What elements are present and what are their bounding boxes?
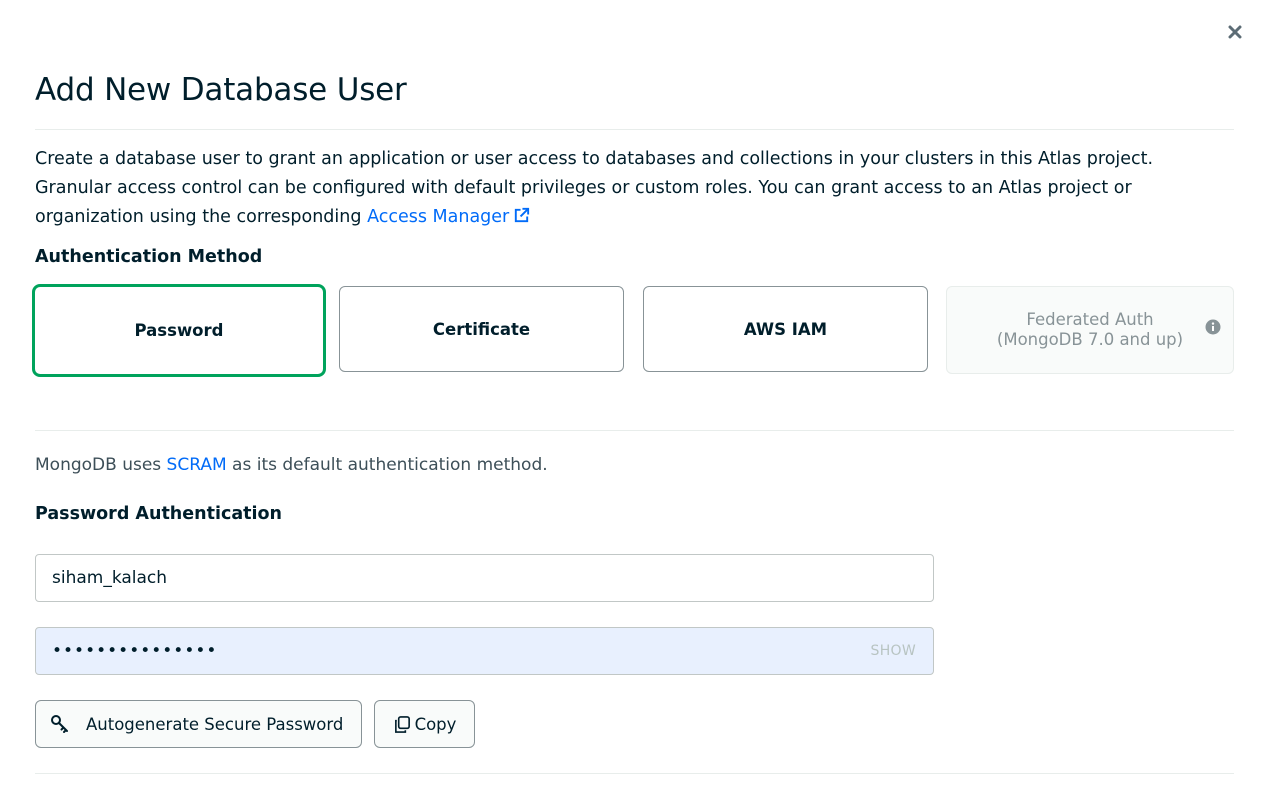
auth-option-sublabel: (MongoDB 7.0 and up) — [996, 330, 1184, 349]
auth-option-label: Certificate — [432, 319, 531, 339]
autogenerate-password-button[interactable]: Autogenerate Secure Password — [35, 700, 362, 748]
key-icon — [50, 714, 70, 734]
info-icon[interactable] — [1205, 319, 1221, 335]
bottom-divider — [35, 773, 1234, 774]
dialog-description: Create a database user to grant an appli… — [35, 145, 1234, 232]
autogenerate-label: Autogenerate Secure Password — [86, 714, 344, 734]
dialog-title: Add New Database User — [35, 72, 407, 108]
close-icon — [1228, 25, 1242, 39]
auth-option-federated: Federated Auth (MongoDB 7.0 and up) — [946, 286, 1234, 374]
auth-option-certificate[interactable]: Certificate — [339, 286, 624, 372]
external-link-icon — [515, 207, 530, 223]
description-text: Create a database user to grant an appli… — [35, 149, 1154, 227]
scram-note: MongoDB uses SCRAM as its default authen… — [35, 455, 548, 475]
copy-password-button[interactable]: Copy — [374, 700, 475, 748]
show-password-button[interactable]: SHOW — [871, 627, 916, 675]
auth-option-label: AWS IAM — [743, 319, 828, 339]
auth-option-label: Federated Auth — [1026, 310, 1154, 329]
auth-method-label: Authentication Method — [35, 247, 263, 267]
copy-label: Copy — [414, 714, 457, 734]
access-manager-link[interactable]: Access Manager — [367, 207, 531, 227]
password-input[interactable]: ••••••••••••••• — [35, 627, 934, 675]
close-button[interactable] — [1223, 20, 1247, 44]
scram-link[interactable]: SCRAM — [167, 455, 227, 475]
copy-icon — [393, 715, 412, 734]
title-divider — [35, 129, 1234, 130]
username-input[interactable] — [35, 554, 934, 602]
auth-option-password[interactable]: Password — [32, 284, 326, 377]
auth-option-aws-iam[interactable]: AWS IAM — [643, 286, 928, 372]
auth-option-label: Password — [134, 321, 224, 340]
section-divider — [35, 430, 1234, 431]
password-auth-label: Password Authentication — [35, 504, 282, 524]
password-field-wrapper: ••••••••••••••• SHOW — [35, 627, 934, 675]
